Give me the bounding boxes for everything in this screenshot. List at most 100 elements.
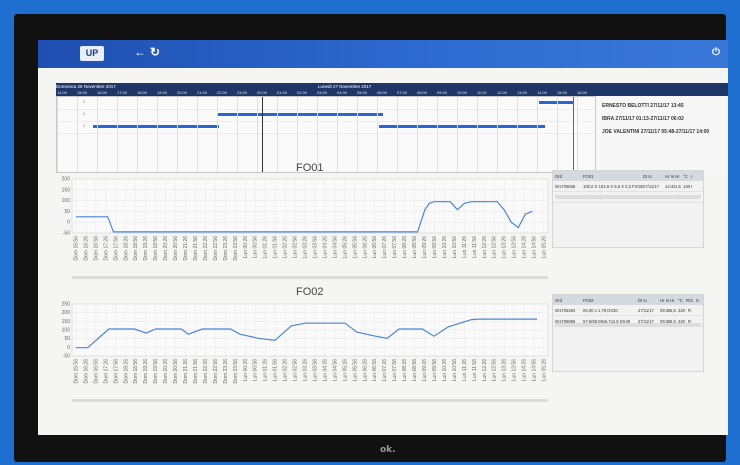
x-tick-label: Dom 17:26 <box>103 359 109 384</box>
y-tick-label: 200 <box>62 177 71 183</box>
table-row[interactable]: W1705655 100,0 X 104,9 X 6,6 X 0,3 FX030… <box>553 181 703 192</box>
back-arrow-icon[interactable]: ← <box>134 45 146 59</box>
fo01-orders-panel: Ord FO01 Dt In Hr In Hr °C I W1705655 10… <box>552 170 704 248</box>
x-tick-label: Lun 15:26 <box>542 359 548 381</box>
operator-entry[interactable]: IBRA 27/11/17 01:13-27/11/17 06:02 <box>602 116 684 122</box>
gantt-grid-line <box>537 97 538 172</box>
x-tick-label: Lun 15:26 <box>542 236 548 258</box>
gantt-bar-earlier[interactable] <box>93 125 219 128</box>
x-tick-label: Dom 20:26 <box>163 236 169 261</box>
power-icon[interactable]: ⏻ <box>712 47 720 58</box>
gantt-grid-line <box>197 97 198 172</box>
app-screen: UP ← ↻ ⏻ Domenica 26 Novembre 2017 Luned… <box>38 40 728 435</box>
gantt-bar-ibra[interactable] <box>217 113 383 116</box>
app-logo[interactable]: UP <box>80 46 104 61</box>
y-tick-label: 150 <box>62 319 71 325</box>
gantt-grid-line <box>237 97 238 172</box>
gantt-grid-line <box>457 97 458 172</box>
x-tick-label: Lun 01:26 <box>263 236 269 258</box>
x-tick-label: Dom 23:26 <box>223 236 229 261</box>
operator-entry[interactable]: JOE VALENTINI 27/11/17 05:48-27/11/17 14… <box>602 129 709 135</box>
gantt-row-label: 1 <box>83 123 86 128</box>
x-tick-label: Lun 07:26 <box>382 236 388 258</box>
x-tick-label: Lun 09:26 <box>422 236 428 258</box>
x-tick-label: Lun 04:56 <box>332 359 338 381</box>
x-tick-label: Lun 02:56 <box>293 359 299 381</box>
x-tick-label: Lun 02:56 <box>293 236 299 258</box>
gantt-grid-line <box>317 97 318 172</box>
gantt-grid-line <box>157 97 158 172</box>
y-tick-label: 200 <box>62 310 71 316</box>
x-tick-label: Lun 11:26 <box>462 359 468 381</box>
x-tick-label: Lun 12:56 <box>492 236 498 258</box>
x-tick-label: Dom 20:56 <box>173 359 179 384</box>
gantt-schedule: Domenica 26 Novembre 2017 Lunedì 27 Nove… <box>56 83 728 173</box>
y-tick-label: 150 <box>62 187 71 193</box>
x-tick-label: Dom 17:56 <box>113 236 119 261</box>
x-tick-label: Lun 07:56 <box>392 236 398 258</box>
operator-entry[interactable]: ERNESTO BELOTTI 27/11/17 13:45 <box>602 103 684 109</box>
table-row[interactable]: W1705394 06,00 x 1,78 DX30 27/11/17 09:3… <box>553 305 703 316</box>
chart-scrollbar[interactable] <box>72 399 548 402</box>
gantt-grid-line <box>497 97 498 172</box>
x-tick-label: Dom 16:56 <box>93 359 99 384</box>
gantt-grid-line <box>577 97 578 172</box>
x-tick-label: Lun 11:26 <box>462 236 468 258</box>
gantt-grid-line <box>417 97 418 172</box>
x-tick-label: Lun 12:26 <box>482 236 488 258</box>
x-tick-label: Lun 07:26 <box>382 359 388 381</box>
x-tick-label: Dom 23:56 <box>233 359 239 384</box>
gantt-bar-joe[interactable] <box>379 125 545 128</box>
x-tick-label: Lun 13:26 <box>502 236 508 258</box>
x-tick-label: Lun 08:56 <box>412 359 418 381</box>
x-tick-label: Lun 05:56 <box>352 236 358 258</box>
gantt-grid-line <box>277 97 278 172</box>
x-tick-label: Lun 06:56 <box>372 359 378 381</box>
gantt-date-sunday: Domenica 26 Novembre 2017 <box>56 83 288 90</box>
gantt-bar-ernesto[interactable] <box>539 101 573 104</box>
x-tick-label: Dom 19:26 <box>143 236 149 261</box>
gantt-grid-line <box>437 97 438 172</box>
x-tick-label: Lun 03:56 <box>312 236 318 258</box>
x-tick-label: Dom 15:56 <box>74 359 80 384</box>
x-tick-label: Lun 05:26 <box>342 236 348 258</box>
y-tick-label: 100 <box>62 198 71 204</box>
gantt-grid-line <box>117 97 118 172</box>
x-tick-label: Lun 11:56 <box>472 359 478 381</box>
x-tick-label: Lun 03:26 <box>303 359 309 381</box>
x-tick-label: Dom 21:56 <box>193 236 199 261</box>
gantt-grid-line <box>477 97 478 172</box>
x-tick-label: Dom 21:26 <box>183 359 189 384</box>
x-tick-label: Dom 16:56 <box>93 236 99 261</box>
x-tick-label: Lun 10:56 <box>452 236 458 258</box>
x-tick-label: Dom 17:26 <box>103 236 109 261</box>
chart-fo01: 200 150 100 50 0 -50 Dom 15:56 Dom 16:26 Dom 16:… <box>62 177 549 279</box>
fo02-table-scrollbar[interactable] <box>555 323 701 327</box>
x-tick-label: Lun 11:56 <box>472 236 478 258</box>
x-tick-label: Lun 09:56 <box>432 236 438 258</box>
x-tick-label: Lun 01:56 <box>273 236 279 258</box>
x-tick-label: Lun 09:56 <box>432 359 438 381</box>
gantt-grid-line <box>337 97 338 172</box>
fo01-table-scrollbar[interactable] <box>555 195 701 199</box>
gantt-operators-panel: ERNESTO BELOTTI 27/11/17 13:45 IBRA 27/1… <box>596 83 728 173</box>
x-tick-label: Lun 13:26 <box>502 359 508 381</box>
refresh-icon[interactable]: ↻ <box>150 45 160 59</box>
chart-scrollbar[interactable] <box>72 276 548 279</box>
x-tick-label: Lun 00:26 <box>243 359 249 381</box>
gantt-grid-line <box>297 97 298 172</box>
x-tick-label: Lun 09:26 <box>422 359 428 381</box>
x-tick-label: Dom 18:56 <box>133 359 139 384</box>
x-tick-label: Dom 19:56 <box>153 359 159 384</box>
top-bar: UP ← ↻ ⏻ <box>38 40 728 68</box>
x-tick-label: Dom 18:26 <box>123 359 129 384</box>
gantt-grid-line <box>77 97 78 172</box>
gantt-grid-line <box>557 97 558 172</box>
fo02-orders-panel: Ord FO02 Dt In Hr In Hr °C R/S S W170539… <box>552 294 704 372</box>
chart-title-fo02: FO02 <box>296 286 324 298</box>
x-tick-label: Lun 13:56 <box>512 236 518 258</box>
gantt-grid-line <box>517 97 518 172</box>
x-tick-label: Dom 20:56 <box>173 236 179 261</box>
x-tick-label: Dom 18:26 <box>123 236 129 261</box>
gantt-grid-line <box>357 97 358 172</box>
